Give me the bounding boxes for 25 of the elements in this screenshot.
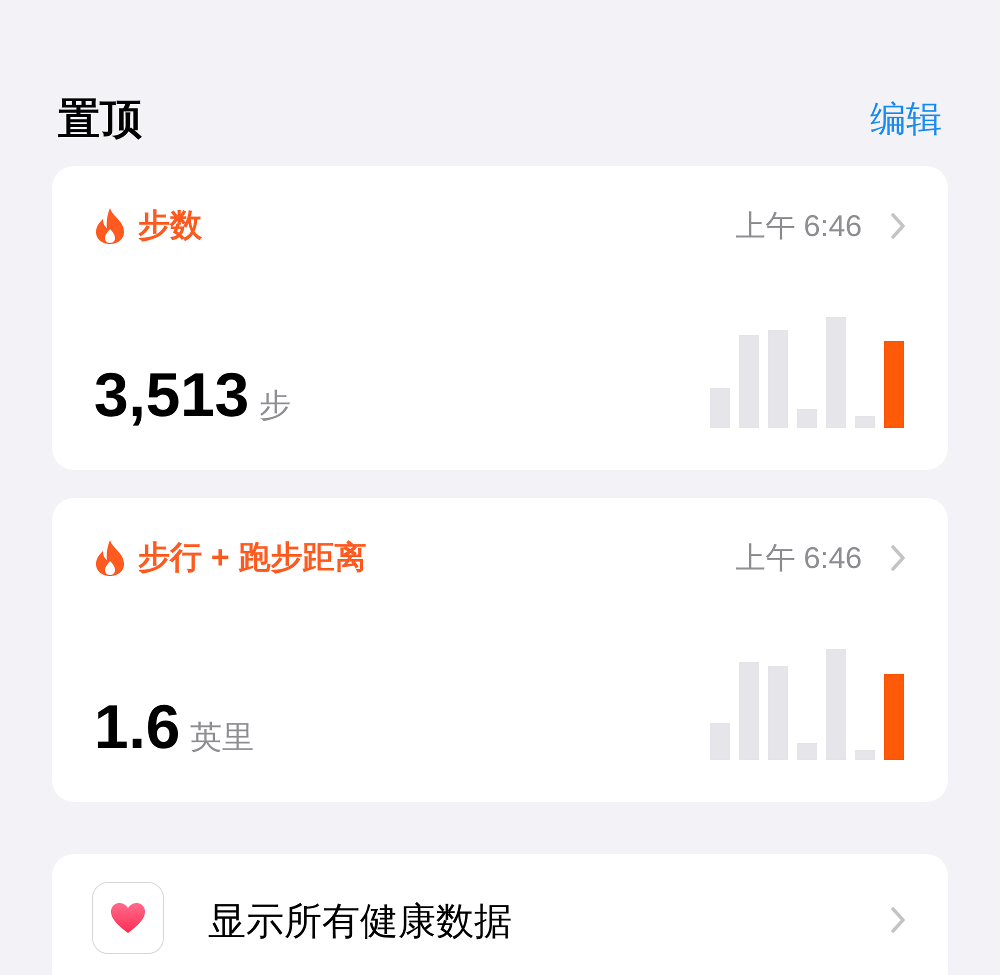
section-title: 置顶 — [58, 94, 142, 144]
timestamp: 上午 6:46 — [735, 540, 862, 576]
chevron-icon — [890, 906, 906, 934]
flame-icon — [94, 539, 126, 577]
show-all-row[interactable]: 显示所有健康数据 — [52, 854, 948, 975]
chart-bar — [797, 409, 817, 428]
chevron-icon — [890, 544, 906, 572]
timestamp: 上午 6:46 — [735, 208, 862, 244]
metric-value: 3,513 — [94, 365, 250, 427]
metric-value: 1.6 — [94, 697, 180, 759]
metric-unit: 步 — [259, 386, 292, 425]
link-label: 显示所有健康数据 — [208, 900, 512, 945]
metric-card[interactable]: 步行 + 跑步距离 上午 6:46 1.6 英里 — [52, 498, 948, 802]
metric-unit: 英里 — [190, 718, 254, 757]
metric-card[interactable]: 步数 上午 6:46 3,513 步 — [52, 166, 948, 470]
chart-bar — [797, 743, 817, 760]
metric-title: 步数 — [138, 206, 202, 245]
health-app-icon — [92, 882, 164, 954]
chart-bar — [855, 416, 875, 428]
chart-bar — [710, 388, 730, 428]
metric-title: 步行 + 跑步距离 — [138, 538, 366, 577]
chevron-icon — [890, 212, 906, 240]
flame-icon — [94, 207, 126, 245]
chart-bar — [710, 723, 730, 760]
chart-bar — [855, 750, 875, 760]
